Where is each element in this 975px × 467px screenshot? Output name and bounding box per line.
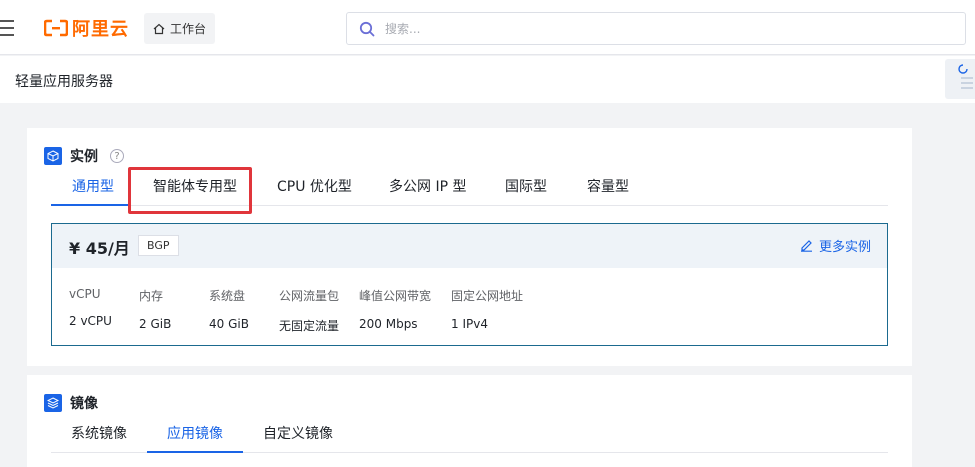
tab-capacity[interactable]: 容量型 (587, 176, 629, 206)
instance-card: 实例 ? 通用型 智能体专用型 CPU 优化型 多公网 IP 型 国际型 容量型… (27, 128, 912, 366)
tab-app-image[interactable]: 应用镜像 (167, 423, 223, 453)
layers-icon (44, 394, 62, 412)
image-header: 镜像 (44, 393, 98, 413)
spec-fixed-ip: 固定公网地址 1 IPv4 (451, 287, 523, 331)
more-instances-label: 更多实例 (818, 240, 871, 255)
spec-label: 内存 (139, 289, 164, 303)
more-instances-link[interactable]: 更多实例 (800, 236, 871, 255)
aliyun-logo[interactable]: 阿里云 (44, 16, 129, 40)
instance-title: 实例 (70, 149, 98, 165)
image-title: 镜像 (70, 396, 98, 412)
aliyun-logo-icon (44, 19, 68, 37)
plan-price: ¥ 45/月 (69, 239, 130, 258)
spec-value: 40 GiB (209, 317, 249, 331)
logo-text: 阿里云 (72, 19, 129, 40)
workbench-button[interactable]: 工作台 (144, 13, 216, 44)
instance-header: 实例 ? (44, 146, 124, 166)
spec-value: 200 Mbps (359, 317, 418, 331)
menu-icon[interactable] (0, 20, 14, 36)
edit-icon (800, 240, 812, 252)
spec-label: vCPU (69, 287, 101, 301)
spec-system-disk: 系统盘 40 GiB (209, 287, 249, 331)
tab-system-image[interactable]: 系统镜像 (71, 423, 127, 453)
spec-peak-bandwidth: 峰值公网带宽 200 Mbps (359, 287, 431, 331)
page-title: 轻量应用服务器 (15, 74, 113, 90)
help-icon[interactable]: ? (110, 149, 124, 163)
search-input[interactable] (385, 21, 885, 36)
top-navigation-bar: 阿里云 工作台 (0, 0, 975, 55)
spec-label: 公网流量包 (279, 289, 340, 303)
tab-general[interactable]: 通用型 (70, 176, 116, 206)
search-box[interactable] (346, 12, 966, 45)
search-icon (359, 21, 375, 36)
spec-value: 1 IPv4 (451, 317, 488, 331)
image-type-tabs: 系统镜像 应用镜像 自定义镜像 (51, 423, 888, 453)
spec-value: 无固定流量 (279, 319, 340, 333)
image-card: 镜像 系统镜像 应用镜像 自定义镜像 (27, 375, 912, 467)
spec-label: 系统盘 (209, 289, 246, 303)
spec-traffic-package: 公网流量包 无固定流量 (279, 287, 339, 334)
active-tab-underline (51, 204, 129, 206)
spec-label: 峰值公网带宽 (359, 289, 432, 303)
spec-label: 固定公网地址 (451, 289, 524, 303)
spec-value: 2 vCPU (69, 314, 112, 328)
plan-header: ¥ 45/月 BGP 更多实例 (52, 224, 887, 268)
plan-card[interactable]: ¥ 45/月 BGP 更多实例 vCPU 2 vCPU 内存 2 GiB 系统盘… (51, 223, 888, 346)
active-tab-underline (147, 451, 243, 453)
line-type-badge: BGP (138, 235, 179, 256)
tab-custom-image[interactable]: 自定义镜像 (263, 423, 333, 453)
side-helper-widget[interactable] (945, 59, 975, 99)
tab-international[interactable]: 国际型 (505, 176, 547, 206)
page-header: 轻量应用服务器 (0, 56, 975, 103)
highlight-annotation (128, 167, 252, 214)
home-icon (153, 23, 165, 34)
tab-multi-public-ip[interactable]: 多公网 IP 型 (389, 176, 466, 206)
cube-icon (44, 147, 62, 165)
spec-memory: 内存 2 GiB (139, 287, 171, 331)
spec-value: 2 GiB (139, 317, 172, 331)
spec-vcpu: vCPU 2 vCPU (69, 287, 112, 328)
refresh-icon (958, 64, 973, 89)
workbench-label: 工作台 (170, 22, 207, 36)
tab-cpu-optimized[interactable]: CPU 优化型 (277, 176, 352, 206)
